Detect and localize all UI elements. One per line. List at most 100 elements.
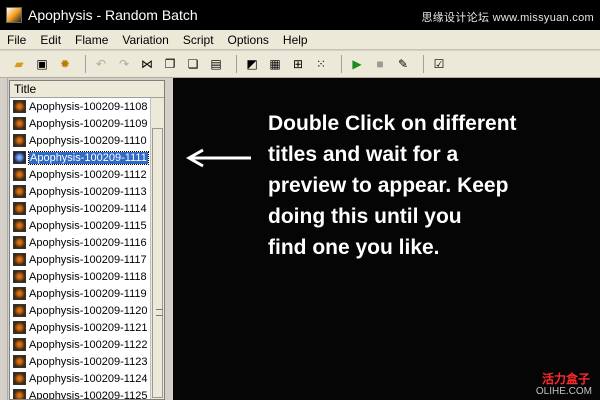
watermark-cn: 活力盒子: [541, 372, 590, 386]
menu-bar: File Edit Flame Variation Script Options…: [0, 30, 600, 50]
app-icon: [6, 7, 22, 23]
list-item-label: Apophysis-100209-1119: [29, 287, 147, 300]
toolbar-separator: [341, 55, 342, 73]
flame-thumbnail-icon: [13, 117, 26, 130]
toolbar-separator: [85, 55, 86, 73]
clipboard-icon[interactable]: ▤: [207, 55, 225, 73]
list-item-label: Apophysis-100209-1124: [29, 372, 148, 385]
list-item[interactable]: Apophysis-100209-1113: [10, 183, 150, 200]
grid-icon[interactable]: ⁙: [312, 55, 330, 73]
menu-options[interactable]: Options: [221, 33, 276, 47]
list-item[interactable]: Apophysis-100209-1109: [10, 115, 150, 132]
list-item-label: Apophysis-100209-1110: [29, 134, 147, 147]
left-panel: Title Apophysis-100209-1108 Apophysis-100…: [0, 78, 173, 400]
flame-thumbnail-icon: [13, 185, 26, 198]
list-item[interactable]: Apophysis-100209-1108: [10, 98, 150, 115]
caption-line: find one you like.: [268, 236, 440, 259]
flame-thumbnail-icon: [13, 321, 26, 334]
flame-thumbnail-icon: [13, 202, 26, 215]
list-item[interactable]: Apophysis-100209-1112: [10, 166, 150, 183]
window-title: Apophysis - Random Batch: [28, 7, 198, 23]
list-item-label: Apophysis-100209-1114: [29, 202, 147, 215]
list-item-label: Apophysis-100209-1108: [29, 100, 148, 113]
list-item[interactable]: Apophysis-100209-1123: [10, 353, 150, 370]
caption-line: doing this until you: [268, 205, 462, 228]
list-item-label: Apophysis-100209-1125: [29, 389, 148, 400]
flame-thumbnail-icon: [13, 304, 26, 317]
list-item-label: Apophysis-100209-1113: [29, 185, 147, 198]
menu-edit[interactable]: Edit: [33, 33, 68, 47]
undo-icon[interactable]: ↶: [92, 55, 110, 73]
save-icon[interactable]: ▣: [33, 55, 51, 73]
list-item[interactable]: Apophysis-100209-1121: [10, 319, 150, 336]
flame-thumbnail-icon: [13, 236, 26, 249]
list-item-label: Apophysis-100209-1121: [29, 321, 148, 334]
toolbar: ▰ ▣ ✹ ↶ ↷ ⋈ ❐ ❏ ▤ ◩ ▦ ⊞ ⁙ ▶ ■ ✎ ☑: [0, 51, 600, 78]
flip-icon[interactable]: ⋈: [138, 55, 156, 73]
menu-flame[interactable]: Flame: [68, 33, 115, 47]
title-list[interactable]: Title Apophysis-100209-1108 Apophysis-100…: [9, 80, 165, 400]
flame-thumbnail-icon: [13, 219, 26, 232]
watermark-en: OLIHE.COM: [535, 386, 592, 397]
list-item[interactable]: Apophysis-100209-1122: [10, 336, 150, 353]
list-item-label: Apophysis-100209-1118: [29, 270, 147, 283]
checkbox-icon[interactable]: ☑: [430, 55, 448, 73]
list-item[interactable]: Apophysis-100209-1117: [10, 251, 150, 268]
list-body: Apophysis-100209-1108 Apophysis-100209-11…: [10, 98, 150, 400]
list-item-label: Apophysis-100209-1109: [29, 117, 148, 130]
stop-icon[interactable]: ■: [371, 55, 389, 73]
list-item[interactable]: Apophysis-100209-1118: [10, 268, 150, 285]
flame-thumbnail-icon: [13, 270, 26, 283]
redo-icon[interactable]: ↷: [115, 55, 133, 73]
vertical-scrollbar[interactable]: [150, 98, 164, 399]
flame-thumbnail-icon: [13, 338, 26, 351]
caption-line: preview to appear. Keep: [268, 174, 509, 197]
flame-thumbnail-icon: [13, 355, 26, 368]
open-icon[interactable]: ▰: [10, 55, 28, 73]
list-item[interactable]: Apophysis-100209-1115: [10, 217, 150, 234]
left-splitter[interactable]: [0, 78, 8, 400]
watermark-text: 思缘设计论坛 www.missyuan.com: [421, 12, 594, 24]
list-item[interactable]: Apophysis-100209-1110: [10, 132, 150, 149]
left-arrow-icon: [185, 148, 251, 168]
flame-thumbnail-icon: [13, 168, 26, 181]
list-header-title[interactable]: Title: [10, 81, 164, 98]
tile-icon[interactable]: ⊞: [289, 55, 307, 73]
copy-icon[interactable]: ❐: [161, 55, 179, 73]
list-item[interactable]: Apophysis-100209-1120: [10, 302, 150, 319]
flame-thumbnail-icon: [13, 151, 26, 164]
list-item-label: Apophysis-100209-1116: [29, 236, 147, 249]
menu-script[interactable]: Script: [176, 33, 221, 47]
flame-thumbnail-icon: [13, 389, 26, 399]
preview-panel: Double Click on different titles and wait…: [173, 78, 600, 400]
list-item-label: Apophysis-100209-1112: [29, 168, 147, 181]
menu-help[interactable]: Help: [276, 33, 315, 47]
list-item-label: Apophysis-100209-1111: [28, 150, 149, 165]
scrollbar-thumb[interactable]: [152, 128, 163, 398]
edit-script-icon[interactable]: ✎: [394, 55, 412, 73]
list-item[interactable]: Apophysis-100209-1114: [10, 200, 150, 217]
paste-icon[interactable]: ❏: [184, 55, 202, 73]
menu-file[interactable]: File: [0, 33, 33, 47]
list-item[interactable]: Apophysis-100209-1116: [10, 234, 150, 251]
gradient-icon[interactable]: ◩: [243, 55, 261, 73]
list-item[interactable]: Apophysis-100209-1119: [10, 285, 150, 302]
palette-icon[interactable]: ▦: [266, 55, 284, 73]
flame-thumbnail-icon: [13, 372, 26, 385]
list-item-label: Apophysis-100209-1115: [29, 219, 147, 232]
list-item[interactable]: Apophysis-100209-1124: [10, 370, 150, 387]
gear-icon[interactable]: ✹: [56, 55, 74, 73]
menu-variation[interactable]: Variation: [115, 33, 175, 47]
list-item[interactable]: Apophysis-100209-1111: [10, 149, 150, 166]
list-item[interactable]: Apophysis-100209-1125: [10, 387, 150, 400]
toolbar-separator: [236, 55, 237, 73]
toolbar-separator: [423, 55, 424, 73]
title-bar: Apophysis - Random Batch 思缘设计论坛 www.miss…: [0, 0, 600, 30]
flame-thumbnail-icon: [13, 253, 26, 266]
list-item-label: Apophysis-100209-1117: [29, 253, 147, 266]
list-item-label: Apophysis-100209-1122: [29, 338, 148, 351]
scrollbar-grip-icon: [156, 309, 163, 316]
caption-line: titles and wait for a: [268, 143, 459, 166]
list-item-label: Apophysis-100209-1120: [29, 304, 148, 317]
play-icon[interactable]: ▶: [348, 55, 366, 73]
